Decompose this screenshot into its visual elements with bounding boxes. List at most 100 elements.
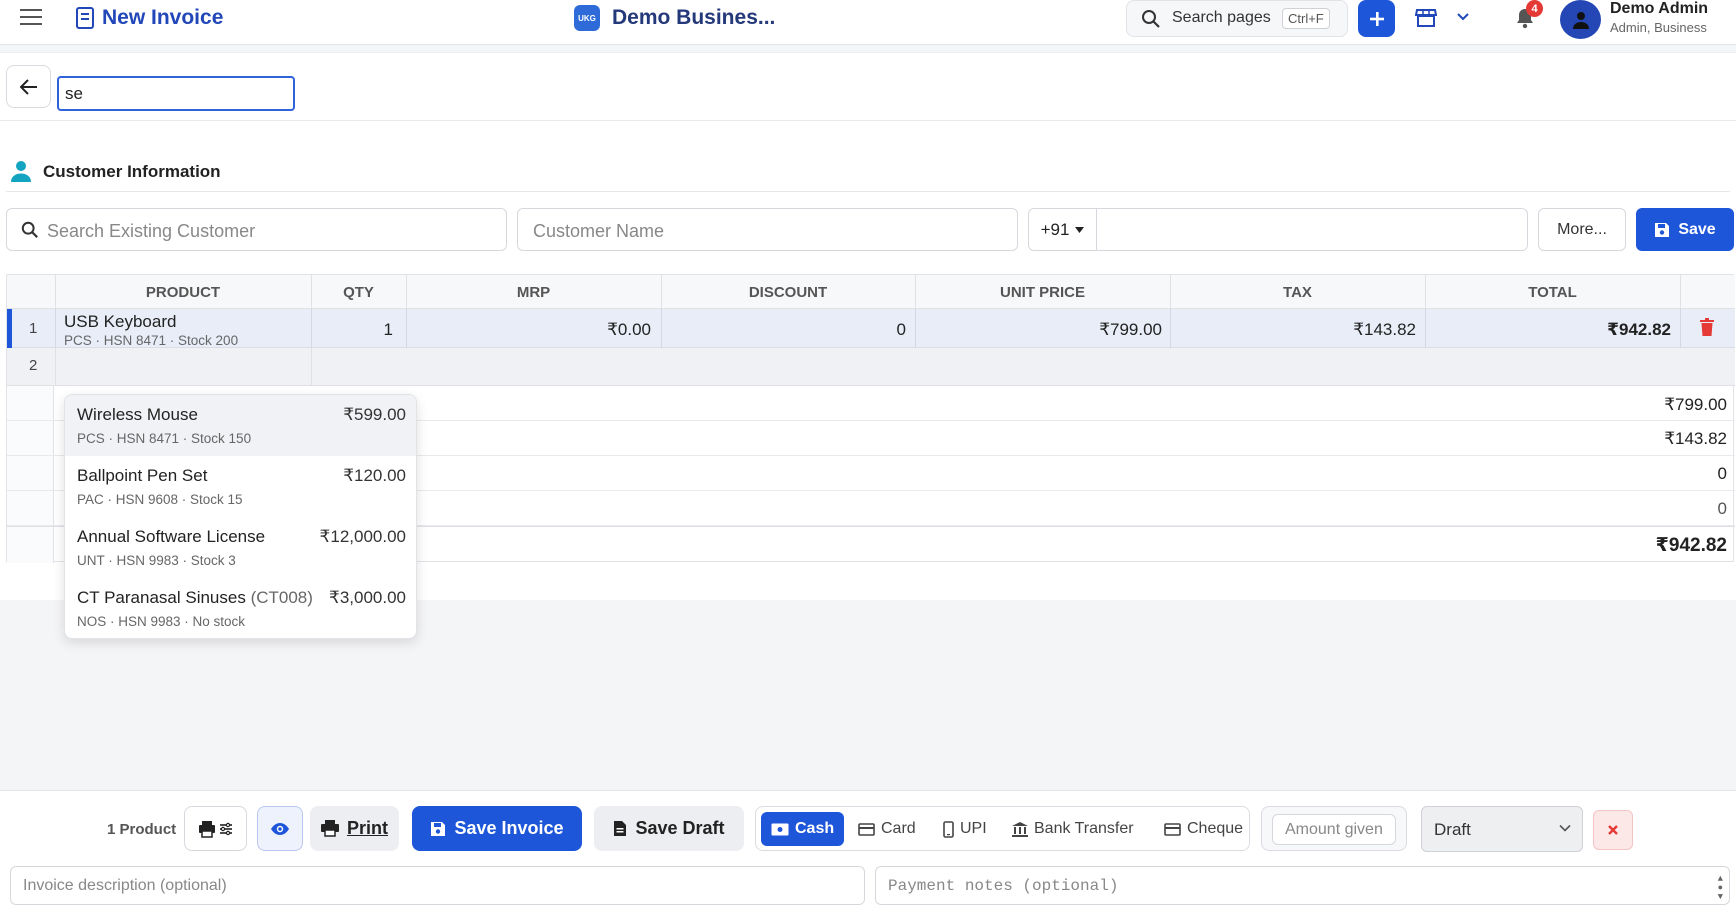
customer-search-input[interactable]: Search Existing Customer bbox=[6, 208, 507, 251]
payment-cheque[interactable]: Cheque bbox=[1154, 812, 1253, 846]
customer-name-field[interactable]: Customer Name bbox=[517, 208, 1018, 251]
product-suggestions-dropdown: Wireless Mouse ₹599.00 PCS · HSN 8471 · … bbox=[64, 394, 417, 639]
suggestion-name: Ballpoint Pen Set bbox=[77, 466, 208, 485]
notification-count-badge: 4 bbox=[1526, 0, 1543, 17]
amount-given-input[interactable]: Amount given bbox=[1272, 814, 1396, 845]
business-name[interactable]: Demo Busines... bbox=[612, 6, 775, 30]
column-header-qty: QTY bbox=[343, 284, 374, 301]
customer-search-placeholder: Search Existing Customer bbox=[47, 221, 256, 241]
product-search-input[interactable] bbox=[57, 76, 295, 111]
save-customer-button[interactable]: Save bbox=[1636, 208, 1734, 251]
cheque-icon bbox=[1164, 822, 1181, 836]
suggestion-item[interactable]: Ballpoint Pen Set ₹120.00 PAC · HSN 9608… bbox=[65, 456, 416, 517]
suggestion-price: ₹599.00 bbox=[343, 405, 406, 424]
suggestion-meta: PAC · HSN 9608 · Stock 15 bbox=[77, 492, 243, 507]
column-header-unit-price: UNIT PRICE bbox=[999, 284, 1085, 301]
printer-icon bbox=[320, 820, 339, 837]
product-name[interactable]: USB Keyboard bbox=[64, 312, 176, 332]
quick-add-button[interactable] bbox=[1358, 0, 1395, 37]
payment-method-group: Cash Card UPI Bank Transfer Cheque bbox=[755, 806, 1250, 851]
mrp-cell[interactable]: ₹0.00 bbox=[406, 320, 651, 340]
payment-card[interactable]: Card bbox=[848, 812, 926, 846]
document-icon bbox=[614, 821, 627, 836]
column-header-tax: TAX bbox=[1283, 284, 1312, 301]
payment-upi[interactable]: UPI bbox=[933, 812, 997, 846]
credit-card-icon bbox=[858, 822, 875, 836]
unit-price-cell[interactable]: ₹799.00 bbox=[915, 320, 1162, 340]
payment-bank-transfer-label: Bank Transfer bbox=[1034, 820, 1134, 837]
cash-icon bbox=[771, 823, 789, 835]
country-code-select[interactable]: +91 bbox=[1029, 209, 1097, 250]
payment-notes-placeholder: Payment notes (optional) bbox=[888, 877, 1119, 895]
invoice-status-select[interactable]: Draft bbox=[1421, 806, 1583, 852]
payment-upi-label: UPI bbox=[960, 820, 987, 837]
store-icon[interactable] bbox=[1415, 8, 1437, 28]
product-count: 1 Product bbox=[107, 821, 177, 838]
qty-cell[interactable]: 1 bbox=[311, 320, 393, 340]
search-icon bbox=[1141, 9, 1161, 34]
new-item-row: 2 bbox=[7, 348, 1735, 386]
save-icon bbox=[431, 821, 446, 836]
suggestion-code: (CT008) bbox=[250, 588, 313, 607]
plus-icon bbox=[1369, 11, 1384, 26]
invoice-status-value: Draft bbox=[1434, 820, 1471, 839]
suggestion-meta: UNT · HSN 9983 · Stock 3 bbox=[77, 553, 236, 568]
discard-button[interactable] bbox=[1593, 810, 1633, 850]
suggestion-price: ₹120.00 bbox=[343, 466, 406, 485]
search-pages-label: Search pages bbox=[1172, 9, 1271, 26]
amount-given-wrapper: Amount given bbox=[1261, 806, 1407, 851]
discount-cell[interactable]: 0 bbox=[661, 320, 906, 340]
resize-handle-icon[interactable]: ▲ ● ▼ bbox=[1718, 875, 1723, 902]
search-pages-button[interactable]: Search pages Ctrl+F bbox=[1126, 0, 1348, 37]
payment-cash[interactable]: Cash bbox=[761, 812, 845, 846]
page-title: New Invoice bbox=[102, 6, 224, 29]
product-meta: PCS · HSN 8471 · Stock 200 bbox=[64, 333, 239, 348]
save-draft-button[interactable]: Save Draft bbox=[594, 806, 744, 851]
column-header-mrp: MRP bbox=[516, 284, 551, 301]
user-role: Admin, Business bbox=[1610, 20, 1707, 35]
column-header-discount: DISCOUNT bbox=[748, 284, 828, 301]
invoice-book-icon bbox=[76, 7, 94, 29]
suggestion-name: CT Paranasal Sinuses bbox=[77, 588, 246, 607]
customer-name-placeholder: Customer Name bbox=[533, 221, 665, 241]
table-row[interactable]: 1 USB Keyboard PCS · HSN 8471 · Stock 20… bbox=[7, 309, 1735, 348]
suggestion-name-wrap: CT Paranasal Sinuses (CT008) bbox=[77, 588, 313, 608]
suggestion-item[interactable]: Wireless Mouse ₹599.00 PCS · HSN 8471 · … bbox=[65, 395, 416, 456]
business-logo: UKG bbox=[574, 5, 600, 31]
payment-notes-field[interactable]: Payment notes (optional) ▲ ● ▼ bbox=[875, 866, 1730, 905]
column-header-product: PRODUCT bbox=[145, 284, 221, 301]
close-icon bbox=[1608, 825, 1618, 835]
suggestion-price: ₹3,000.00 bbox=[329, 588, 406, 607]
more-button[interactable]: More... bbox=[1538, 208, 1626, 251]
delete-row-icon[interactable] bbox=[1700, 318, 1714, 341]
back-button[interactable] bbox=[6, 65, 51, 108]
suggestion-name: Annual Software License bbox=[77, 527, 266, 546]
suggestion-item[interactable]: CT Paranasal Sinuses (CT008) ₹3,000.00 N… bbox=[65, 578, 416, 638]
phone-field[interactable]: +91 bbox=[1028, 208, 1528, 251]
table-header: PRODUCT QTY MRP DISCOUNT UNIT PRICE TAX … bbox=[7, 275, 1735, 309]
summary-subtotal: ₹799.00 bbox=[1664, 395, 1727, 414]
selected-row-indicator bbox=[7, 309, 12, 348]
chevron-down-icon[interactable] bbox=[1456, 10, 1470, 24]
save-invoice-button[interactable]: Save Invoice bbox=[412, 806, 582, 851]
suggestion-meta: NOS · HSN 9983 · No stock bbox=[77, 614, 246, 629]
save-customer-label: Save bbox=[1678, 220, 1716, 238]
payment-bank-transfer[interactable]: Bank Transfer bbox=[1002, 812, 1144, 846]
person-icon bbox=[10, 160, 32, 182]
top-bar: New Invoice UKG Demo Busines... Search p… bbox=[0, 0, 1736, 45]
save-invoice-label: Save Invoice bbox=[454, 818, 564, 838]
suggestion-meta: PCS · HSN 8471 · Stock 150 bbox=[77, 431, 252, 446]
user-icon bbox=[1572, 11, 1589, 29]
print-button[interactable]: Print bbox=[310, 806, 399, 851]
print-settings-button[interactable] bbox=[184, 806, 247, 851]
invoice-description-field[interactable]: Invoice description (optional) bbox=[10, 866, 865, 905]
payment-cheque-label: Cheque bbox=[1187, 820, 1244, 837]
preview-button[interactable] bbox=[257, 806, 303, 851]
row-number: 1 bbox=[29, 320, 38, 337]
save-draft-label: Save Draft bbox=[635, 818, 725, 838]
country-code-value: +91 bbox=[1040, 219, 1070, 239]
avatar[interactable] bbox=[1560, 0, 1601, 39]
hamburger-menu-icon[interactable] bbox=[20, 8, 46, 28]
suggestion-item[interactable]: Annual Software License ₹12,000.00 UNT ·… bbox=[65, 517, 416, 578]
payment-cash-label: Cash bbox=[795, 820, 835, 837]
